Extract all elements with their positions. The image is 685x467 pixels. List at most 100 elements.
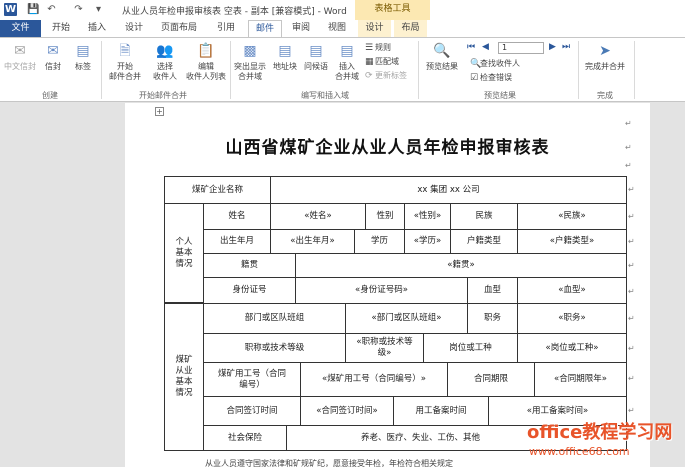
rules-label: 规则 (375, 43, 391, 52)
group-write-insert-label: 编写和插入域 (301, 91, 349, 100)
highlight-merge-fields-button[interactable]: ▩ 突出显示 合并域 (232, 42, 268, 82)
position-field[interactable]: «职务» (517, 303, 627, 334)
title-bar: W 💾 ↶ ↷ ▾ 从业人员年检申报审核表 空表 - 副本 [兼容模式] - W… (0, 0, 685, 20)
tab-table-layout[interactable]: 布局 (394, 20, 427, 37)
finish-merge-button[interactable]: ➤ 完成并合并 (581, 42, 629, 72)
group-finish-label: 完成 (597, 91, 613, 100)
start-mail-merge-button[interactable]: 🗎 开始 邮件合并 (104, 42, 146, 82)
employee-number-field[interactable]: «煤矿用工号（合同编号）» (300, 362, 448, 397)
tab-file[interactable]: 文件 (0, 20, 41, 37)
rules-button[interactable]: ☰ 规则 (365, 42, 391, 54)
insert-field-label2: 合并域 (335, 72, 359, 81)
check-errors-button[interactable]: ☑ 检查错误 (470, 72, 512, 84)
find-recipient-button[interactable]: 🔍查找收件人 (470, 58, 520, 70)
update-labels-icon: ⟳ (365, 71, 373, 81)
select-recipients-label2: 收件人 (153, 72, 177, 81)
labels-label: 标签 (75, 62, 91, 71)
select-recipients-label: 选择 (157, 62, 173, 71)
check-errors-icon: ☑ (470, 73, 479, 83)
undo-icon[interactable]: ↶ (45, 3, 58, 16)
department-label: 部门或区队班组 (203, 303, 346, 334)
tab-references[interactable]: 引用 (211, 20, 241, 37)
paragraph-mark: ↵ (625, 161, 632, 170)
gender-field[interactable]: «性别» (404, 203, 451, 230)
edit-recipient-list-button[interactable]: 📋 编辑 收件人列表 (184, 42, 228, 82)
tab-page-layout[interactable]: 页面布局 (157, 20, 201, 37)
education-label: 学历 (354, 229, 405, 254)
ribbon-separator (634, 41, 635, 99)
save-icon[interactable]: 💾 (27, 3, 40, 16)
post-field[interactable]: «岗位或工种» (517, 333, 627, 363)
paragraph-mark: ↵ (625, 119, 632, 128)
labels-button[interactable]: ▤ 标签 (70, 42, 96, 72)
education-field[interactable]: «学历» (404, 229, 451, 254)
document-title: 山西省煤矿企业从业人员年检申报审核表 (225, 138, 550, 158)
table-tools-header: 表格工具 (355, 0, 430, 20)
contract-term-field[interactable]: «合同期限年» (534, 362, 627, 397)
blood-type-label: 血型 (467, 277, 518, 304)
native-place-field[interactable]: «籍贯» (295, 253, 627, 278)
record-number-input[interactable]: 1 (498, 42, 544, 54)
technical-title-field[interactable]: «职称或技术等级» (345, 333, 424, 363)
name-field[interactable]: «姓名» (270, 203, 366, 230)
preview-results-button[interactable]: 🔍 预览结果 (421, 42, 463, 72)
redo-icon[interactable]: ↷ (72, 3, 85, 16)
highlight-fields-icon: ▩ (243, 43, 257, 59)
tab-view[interactable]: 视图 (322, 20, 352, 37)
birth-label: 出生年月 (203, 229, 271, 254)
contract-date-field[interactable]: «合同签订时间» (300, 396, 394, 426)
department-field[interactable]: «部门或区队班组» (345, 303, 468, 334)
next-record-icon[interactable]: ▶ (549, 42, 556, 52)
greeting-line-button[interactable]: ▤ 问候语 (301, 42, 331, 72)
address-block-button[interactable]: ▤ 地址块 (270, 42, 300, 72)
tab-table-design[interactable]: 设计 (358, 20, 391, 37)
edit-list-label: 编辑 (198, 62, 214, 71)
previous-record-icon[interactable]: ◀ (482, 42, 489, 52)
watermark-site-name: office教程学习网 (527, 422, 673, 443)
first-record-icon[interactable]: ⏮ (467, 42, 475, 52)
paragraph-mark: ↵ (628, 212, 635, 221)
envelope-button[interactable]: ✉ 信封 (40, 42, 66, 72)
find-recipient-label: 查找收件人 (480, 59, 520, 68)
last-record-icon[interactable]: ⏭ (562, 42, 570, 52)
table-move-handle-icon[interactable]: + (155, 107, 164, 116)
finish-merge-label: 完成并合并 (585, 62, 625, 71)
technical-title-label: 职称或技术等级 (203, 333, 346, 363)
hukou-field[interactable]: «户籍类型» (517, 229, 627, 254)
chinese-envelope-label: 中文信封 (4, 62, 36, 71)
insert-field-icon: ▤ (340, 43, 354, 59)
paragraph-mark: ↵ (628, 261, 635, 270)
company-name-value[interactable]: xx 集团 xx 公司 (270, 176, 627, 204)
finish-merge-icon: ➤ (599, 43, 611, 59)
check-errors-label: 检查错误 (480, 73, 512, 82)
match-fields-button[interactable]: ▦匹配域 (365, 56, 399, 68)
tab-home[interactable]: 开始 (46, 20, 76, 37)
ethnicity-label: 民族 (450, 203, 518, 230)
select-recipients-button[interactable]: 👥 选择 收件人 (146, 42, 184, 82)
tab-design[interactable]: 设计 (119, 20, 149, 37)
tab-insert[interactable]: 插入 (82, 20, 112, 37)
blood-type-field[interactable]: «血型» (517, 277, 627, 304)
contract-date-label: 合同签订时间 (203, 396, 301, 426)
declaration-text-partial: 从业人员遵守国家法律和矿规矿纪，愿意接受年检，年检符合相关规定 (205, 459, 453, 467)
start-merge-label2: 邮件合并 (109, 72, 141, 81)
id-number-label: 身份证号 (203, 277, 296, 304)
insert-merge-field-button[interactable]: ▤ 插入 合并域 (332, 42, 362, 82)
quick-access-more-icon[interactable]: ▾ (92, 3, 105, 16)
update-labels-button[interactable]: ⟳ 更新标签 (365, 70, 407, 82)
tab-mailings[interactable]: 邮件 (248, 20, 282, 37)
word-app-icon[interactable]: W (4, 3, 17, 16)
paragraph-mark: ↵ (628, 374, 635, 383)
edit-list-label2: 收件人列表 (186, 72, 226, 81)
chinese-envelope-button[interactable]: ✉ 中文信封 (3, 42, 37, 72)
ribbon-separator (230, 41, 231, 99)
post-label: 岗位或工种 (423, 333, 518, 363)
tab-review[interactable]: 审阅 (286, 20, 316, 37)
address-block-label: 地址块 (273, 62, 297, 71)
birth-field[interactable]: «出生年月» (270, 229, 355, 254)
greeting-icon: ▤ (309, 43, 323, 59)
table-tools-label: 表格工具 (374, 4, 411, 14)
preview-results-label: 预览结果 (426, 62, 458, 71)
ethnicity-field[interactable]: «民族» (517, 203, 627, 230)
id-number-field[interactable]: «身份证号码» (295, 277, 468, 304)
